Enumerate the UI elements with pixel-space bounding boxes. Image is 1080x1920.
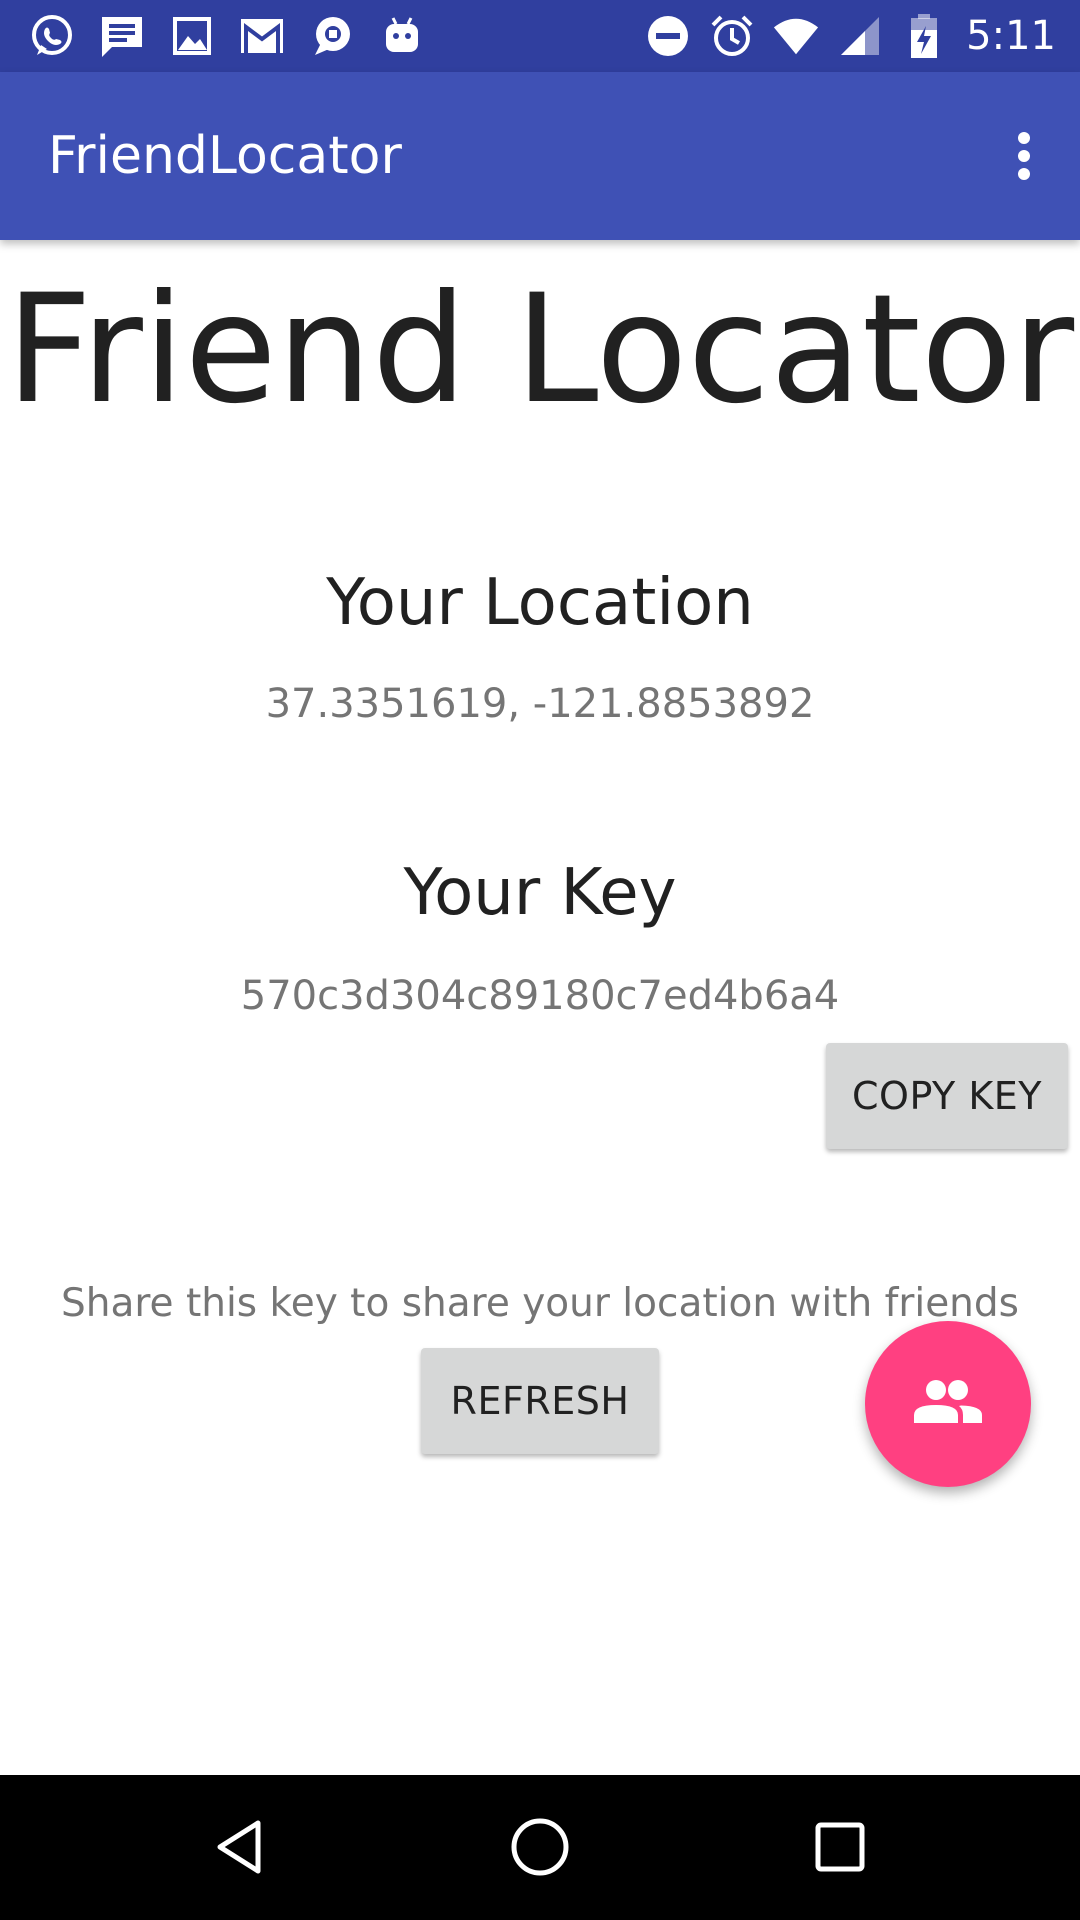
notification-icons [24,12,444,60]
overflow-dot [1018,150,1030,162]
android-icon [374,12,430,60]
navigation-bar [0,1775,1080,1920]
friends-fab[interactable] [865,1321,1031,1487]
status-bar: 5:11 [0,0,1080,72]
main-content: Friend Locator Your Location 37.3351619,… [0,240,1080,1775]
key-label: Your Key [403,856,677,930]
recents-icon[interactable] [790,1797,890,1897]
people-icon [912,1377,984,1431]
battery-charging-icon [900,12,948,60]
do-not-disturb-icon [644,12,692,60]
message-icon [94,12,150,60]
wifi-icon [772,12,820,60]
status-time: 5:11 [966,13,1056,59]
alarm-icon [708,12,756,60]
app-title: FriendLocator [48,126,402,186]
back-icon[interactable] [190,1797,290,1897]
system-icons: 5:11 [628,10,1056,62]
whatsapp-icon [24,12,80,60]
location-label: Your Location [326,566,754,640]
home-icon[interactable] [490,1797,590,1897]
page-title: Friend Locator [5,263,1075,437]
overflow-dot [1018,132,1030,144]
share-instructions: Share this key to share your location wi… [61,1281,1019,1326]
signal-icon [836,12,884,60]
chat-icon [304,12,360,60]
image-icon [164,12,220,60]
copy-key-button[interactable]: COPY KEY [826,1043,1068,1149]
key-value: 570c3d304c89180c7ed4b6a4 [240,973,840,1019]
overflow-dot [1018,168,1030,180]
location-value: 37.3351619, -121.8853892 [265,681,815,727]
gmail-icon [234,12,290,60]
refresh-button[interactable]: REFRESH [421,1348,659,1454]
more-vert-icon[interactable] [1004,126,1044,186]
app-bar: FriendLocator [0,72,1080,240]
